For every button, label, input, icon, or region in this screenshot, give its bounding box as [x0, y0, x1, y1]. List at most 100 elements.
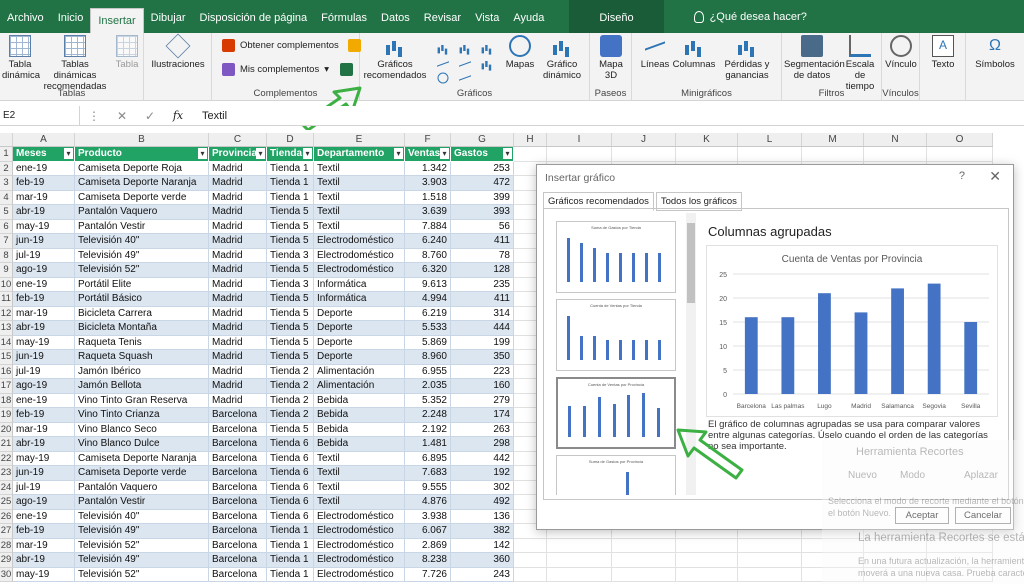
- table-cell[interactable]: 1.518: [405, 190, 451, 205]
- table-cell[interactable]: Textil: [314, 466, 405, 481]
- table-cell[interactable]: 4.876: [405, 495, 451, 510]
- table-cell[interactable]: Camiseta Deporte verde: [75, 466, 209, 481]
- table-cell[interactable]: 223: [451, 364, 514, 379]
- link-button[interactable]: Vínculo: [883, 35, 919, 70]
- table-cell[interactable]: Bebida: [314, 437, 405, 452]
- row-number[interactable]: 9: [0, 263, 13, 278]
- tab-archivo[interactable]: Archivo: [0, 0, 51, 33]
- table-cell[interactable]: Barcelona: [209, 451, 267, 466]
- cancel-icon[interactable]: ✕: [108, 109, 136, 123]
- column-header[interactable]: L: [738, 133, 802, 146]
- table-cell[interactable]: Barcelona: [209, 524, 267, 539]
- table-cell[interactable]: 8.960: [405, 350, 451, 365]
- confirm-icon[interactable]: ✓: [136, 109, 164, 123]
- column-header[interactable]: I: [547, 133, 612, 146]
- table-cell[interactable]: 279: [451, 393, 514, 408]
- hierarchy-chart-icon[interactable]: [458, 41, 471, 54]
- table-cell[interactable]: 442: [451, 451, 514, 466]
- table-cell[interactable]: Electrodoméstico: [314, 263, 405, 278]
- row-number[interactable]: 12: [0, 306, 13, 321]
- table-cell[interactable]: ago-19: [13, 379, 75, 394]
- table-cell[interactable]: Informática: [314, 277, 405, 292]
- table-cell[interactable]: feb-19: [13, 408, 75, 423]
- table-cell[interactable]: 492: [451, 495, 514, 510]
- table-cell[interactable]: Textil: [314, 161, 405, 176]
- table-cell[interactable]: Camiseta Deporte Roja: [75, 161, 209, 176]
- table-cell[interactable]: Madrid: [209, 292, 267, 307]
- table-cell[interactable]: Pantalón Vestir: [75, 495, 209, 510]
- table-cell[interactable]: Barcelona: [209, 495, 267, 510]
- tab-disposicion[interactable]: Disposición de página: [193, 0, 315, 33]
- column-header[interactable]: A: [13, 133, 75, 146]
- empty-cell[interactable]: [612, 567, 676, 582]
- table-cell[interactable]: mar-19: [13, 306, 75, 321]
- table-cell[interactable]: Tienda 5: [267, 292, 314, 307]
- row-number[interactable]: 15: [0, 350, 13, 365]
- row-number[interactable]: 24: [0, 480, 13, 495]
- empty-cell[interactable]: [547, 538, 612, 553]
- table-cell[interactable]: Barcelona: [209, 480, 267, 495]
- table-header-cell[interactable]: Meses: [13, 147, 75, 162]
- empty-cell[interactable]: [738, 538, 802, 553]
- table-cell[interactable]: Textil: [314, 176, 405, 191]
- table-cell[interactable]: 2.248: [405, 408, 451, 423]
- table-cell[interactable]: 4.994: [405, 292, 451, 307]
- table-cell[interactable]: Textil: [314, 205, 405, 220]
- table-cell[interactable]: Bicicleta Montaña: [75, 321, 209, 336]
- table-cell[interactable]: Textil: [314, 480, 405, 495]
- table-cell[interactable]: 411: [451, 292, 514, 307]
- table-cell[interactable]: ago-19: [13, 263, 75, 278]
- row-number[interactable]: 17: [0, 379, 13, 394]
- row-number[interactable]: 2: [0, 161, 13, 176]
- table-cell[interactable]: Tienda 2: [267, 364, 314, 379]
- table-cell[interactable]: feb-19: [13, 292, 75, 307]
- table-header-cell[interactable]: Departamento: [314, 147, 405, 162]
- row-number[interactable]: 27: [0, 524, 13, 539]
- table-cell[interactable]: Bebida: [314, 408, 405, 423]
- scrollbar-thumb[interactable]: [687, 223, 695, 303]
- tab-ayuda[interactable]: Ayuda: [506, 0, 551, 33]
- chart-type-grid[interactable]: [432, 37, 500, 84]
- table-cell[interactable]: 235: [451, 277, 514, 292]
- table-cell[interactable]: Tienda 6: [267, 451, 314, 466]
- empty-cell[interactable]: [802, 147, 864, 162]
- row-number[interactable]: 3: [0, 176, 13, 191]
- recommended-pivot-button[interactable]: Tablas dinámicas recomendadas: [40, 35, 110, 92]
- column-header[interactable]: F: [405, 133, 451, 146]
- chart-thumbnail[interactable]: Cuenta de Ventas por Provincia: [556, 377, 676, 449]
- table-cell[interactable]: Tienda 6: [267, 437, 314, 452]
- map3d-button[interactable]: Mapa 3D: [592, 35, 630, 81]
- table-cell[interactable]: 6.320: [405, 263, 451, 278]
- table-cell[interactable]: Deporte: [314, 335, 405, 350]
- table-cell[interactable]: 314: [451, 306, 514, 321]
- table-cell[interactable]: 382: [451, 524, 514, 539]
- table-cell[interactable]: Electrodoméstico: [314, 248, 405, 263]
- tab-formulas[interactable]: Fórmulas: [314, 0, 374, 33]
- table-cell[interactable]: Deporte: [314, 350, 405, 365]
- table-cell[interactable]: jun-19: [13, 350, 75, 365]
- table-cell[interactable]: Televisión 52": [75, 538, 209, 553]
- table-cell[interactable]: Tienda 5: [267, 263, 314, 278]
- text-button[interactable]: A Texto: [924, 35, 962, 70]
- table-cell[interactable]: Televisión 40": [75, 234, 209, 249]
- empty-cell[interactable]: [547, 553, 612, 568]
- row-number[interactable]: 8: [0, 248, 13, 263]
- line-chart-icon[interactable]: [436, 57, 449, 70]
- table-cell[interactable]: Vino Tinto Crianza: [75, 408, 209, 423]
- table-cell[interactable]: Tienda 1: [267, 524, 314, 539]
- table-cell[interactable]: jul-19: [13, 248, 75, 263]
- get-addins-button[interactable]: Obtener complementos: [222, 39, 361, 52]
- table-cell[interactable]: Tienda 6: [267, 509, 314, 524]
- table-cell[interactable]: Vino Blanco Dulce: [75, 437, 209, 452]
- table-cell[interactable]: Vino Blanco Seco: [75, 422, 209, 437]
- table-cell[interactable]: 399: [451, 190, 514, 205]
- table-cell[interactable]: 253: [451, 161, 514, 176]
- table-cell[interactable]: ene-19: [13, 393, 75, 408]
- empty-cell[interactable]: [612, 553, 676, 568]
- table-cell[interactable]: Pantalón Vaquero: [75, 205, 209, 220]
- table-cell[interactable]: Deporte: [314, 321, 405, 336]
- table-cell[interactable]: Jamón Bellota: [75, 379, 209, 394]
- empty-cell[interactable]: [612, 538, 676, 553]
- empty-cell[interactable]: [927, 147, 993, 162]
- table-cell[interactable]: 9.613: [405, 277, 451, 292]
